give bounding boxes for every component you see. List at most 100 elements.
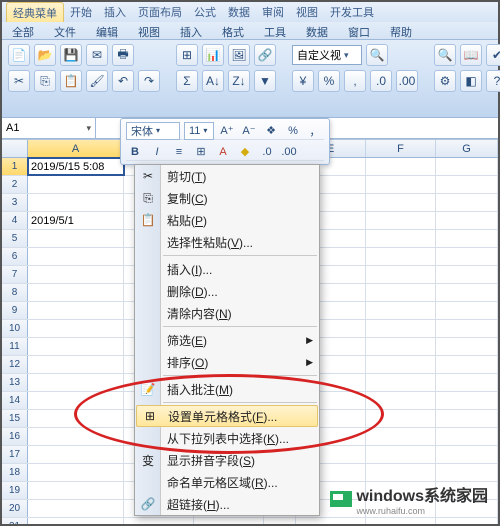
open-icon[interactable]: 📂 <box>34 44 56 66</box>
mail-icon[interactable]: ✉ <box>86 44 108 66</box>
cell-G18[interactable] <box>436 464 498 481</box>
menu-all[interactable]: 全部 <box>2 22 44 39</box>
save-icon[interactable]: 💾 <box>60 44 82 66</box>
name-box[interactable]: A1 <box>2 118 96 139</box>
percent-icon[interactable]: % <box>318 70 340 92</box>
menu-format[interactable]: 格式 <box>212 22 254 39</box>
cell-B21[interactable] <box>124 518 194 524</box>
comma-icon[interactable]: ， <box>306 122 324 140</box>
cell-F5[interactable] <box>366 230 436 247</box>
cell-F11[interactable] <box>366 338 436 355</box>
cell-F3[interactable] <box>366 194 436 211</box>
row-header[interactable]: 1 <box>2 158 28 175</box>
dec-dec-icon[interactable]: .00 <box>280 143 298 161</box>
tab-formula[interactable]: 公式 <box>188 2 222 22</box>
chart-icon[interactable]: 📊 <box>202 44 224 66</box>
row-header[interactable]: 5 <box>2 230 28 247</box>
row-header[interactable]: 17 <box>2 446 28 463</box>
cell-A14[interactable] <box>28 392 124 409</box>
tab-classic[interactable]: 经典菜单 <box>6 2 64 22</box>
sort-desc-icon[interactable]: Z↓ <box>228 70 250 92</box>
row-header[interactable]: 7 <box>2 266 28 283</box>
cell-F14[interactable] <box>366 392 436 409</box>
cell-A3[interactable] <box>28 194 124 211</box>
tab-review[interactable]: 审阅 <box>256 2 290 22</box>
row-header[interactable]: 3 <box>2 194 28 211</box>
cell-F7[interactable] <box>366 266 436 283</box>
menu-item-m[interactable]: 📝插入批注(M) <box>135 378 319 400</box>
research-icon[interactable]: 📖 <box>460 44 482 66</box>
cell-G7[interactable] <box>436 266 498 283</box>
font-dropdown[interactable]: 宋体 <box>126 122 180 140</box>
cell-A18[interactable] <box>28 464 124 481</box>
zoom-icon[interactable]: 🔍 <box>366 44 388 66</box>
menu-item-p[interactable]: 📋粘贴(P) <box>135 209 319 231</box>
custom-view-dropdown[interactable]: 自定义视 <box>292 45 362 65</box>
percent-icon[interactable]: % <box>284 122 302 140</box>
new-icon[interactable]: 📄 <box>8 44 30 66</box>
menu-view[interactable]: 视图 <box>128 22 170 39</box>
cell-A10[interactable] <box>28 320 124 337</box>
menu-item-c[interactable]: ⎘复制(C) <box>135 187 319 209</box>
undo-icon[interactable]: ↶ <box>112 70 134 92</box>
menu-item-f[interactable]: ⊞设置单元格格式(F)... <box>136 405 318 427</box>
tab-layout[interactable]: 页面布局 <box>132 2 188 22</box>
cell-G6[interactable] <box>436 248 498 265</box>
dec-dec-icon[interactable]: .00 <box>396 70 418 92</box>
cell-A6[interactable] <box>28 248 124 265</box>
row-header[interactable]: 12 <box>2 356 28 373</box>
menu-window[interactable]: 窗口 <box>338 22 380 39</box>
dec-inc-icon[interactable]: .0 <box>258 143 276 161</box>
cell-F9[interactable] <box>366 302 436 319</box>
cell-A5[interactable] <box>28 230 124 247</box>
row-header[interactable]: 4 <box>2 212 28 229</box>
cell-F16[interactable] <box>366 428 436 445</box>
grow-font-icon[interactable]: A⁺ <box>218 122 236 140</box>
menu-insert[interactable]: 插入 <box>170 22 212 39</box>
macro-icon[interactable]: ⚙ <box>434 70 456 92</box>
border-icon[interactable]: ⊞ <box>192 143 210 161</box>
row-header[interactable]: 18 <box>2 464 28 481</box>
menu-item-t[interactable]: ✂剪切(T) <box>135 165 319 187</box>
cell-F2[interactable] <box>366 176 436 193</box>
menu-file[interactable]: 文件 <box>44 22 86 39</box>
menu-item-d[interactable]: 删除(D)... <box>135 280 319 302</box>
tab-insert[interactable]: 插入 <box>98 2 132 22</box>
cell-F13[interactable] <box>366 374 436 391</box>
cell-F18[interactable] <box>366 464 436 481</box>
spell-icon[interactable]: ✔ <box>486 44 500 66</box>
cell-F21[interactable] <box>366 518 436 524</box>
cell-G10[interactable] <box>436 320 498 337</box>
link-icon[interactable]: 🔗 <box>254 44 276 66</box>
cell-A11[interactable] <box>28 338 124 355</box>
cell-A12[interactable] <box>28 356 124 373</box>
cell-F10[interactable] <box>366 320 436 337</box>
redo-icon[interactable]: ↷ <box>138 70 160 92</box>
cell-A4[interactable]: 2019/5/1 <box>28 212 124 229</box>
row-header[interactable]: 14 <box>2 392 28 409</box>
menu-item-h[interactable]: 🔗超链接(H)... <box>135 493 319 515</box>
cell-A9[interactable] <box>28 302 124 319</box>
menu-item-s[interactable]: 变显示拼音字段(S) <box>135 449 319 471</box>
cell-F1[interactable] <box>366 158 436 175</box>
cell-E21[interactable] <box>296 518 366 524</box>
cell-A7[interactable] <box>28 266 124 283</box>
cell-A15[interactable] <box>28 410 124 427</box>
row-header[interactable]: 6 <box>2 248 28 265</box>
bold-button[interactable]: B <box>126 143 144 161</box>
menu-item-v[interactable]: 选择性粘贴(V)... <box>135 231 319 253</box>
menu-item-r[interactable]: 命名单元格区域(R)... <box>135 471 319 493</box>
row-header[interactable]: 10 <box>2 320 28 337</box>
tab-data[interactable]: 数据 <box>222 2 256 22</box>
object-icon[interactable]: ◧ <box>460 70 482 92</box>
row-header[interactable]: 11 <box>2 338 28 355</box>
pic-icon[interactable]: 🖼 <box>228 44 250 66</box>
print-icon[interactable]: 🖶 <box>112 44 134 66</box>
comma-icon[interactable]: , <box>344 70 366 92</box>
cell-G15[interactable] <box>436 410 498 427</box>
cell-G21[interactable] <box>436 518 498 524</box>
style-icon[interactable]: ❖ <box>262 122 280 140</box>
cell-F8[interactable] <box>366 284 436 301</box>
cell-A19[interactable] <box>28 482 124 499</box>
cell-A2[interactable] <box>28 176 124 193</box>
